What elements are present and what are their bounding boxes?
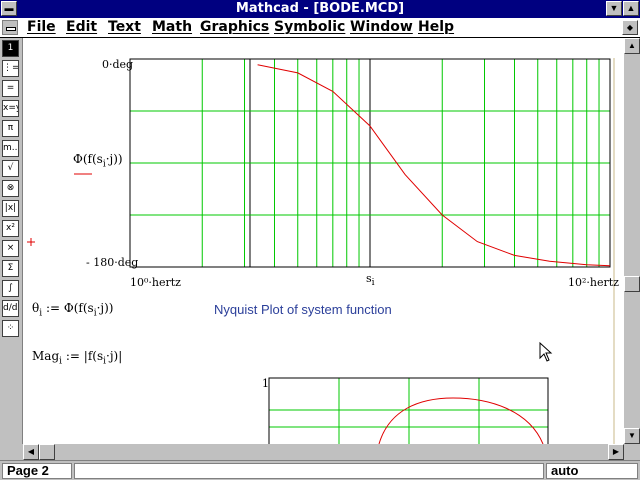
palette-button-range[interactable]: ⋮= — [2, 60, 19, 77]
status-page: Page 2 — [2, 463, 72, 479]
bode-y-axis-label[interactable]: Φ(f(si·j)) — [73, 152, 123, 169]
status-mode: auto — [546, 463, 638, 479]
menu-symbolic[interactable]: Symbolic — [274, 19, 345, 35]
document-control-icon[interactable] — [2, 20, 18, 35]
minimize-icon[interactable]: ▼ — [606, 1, 622, 16]
palette-button-derivative[interactable]: d/dx — [2, 300, 19, 317]
worksheet-canvas — [27, 58, 615, 444]
palette-button-integral[interactable]: ∫ — [2, 280, 19, 297]
menu-text[interactable]: Text — [108, 19, 141, 35]
mag-lhs: Mag — [32, 349, 60, 363]
palette-button-equals[interactable]: = — [2, 80, 19, 97]
menu-bar: File Edit Text Math Graphics Symbolic Wi… — [0, 18, 640, 38]
horizontal-scrollbar[interactable]: ◀ ▶ — [23, 444, 624, 460]
palette-button-pi[interactable]: π — [2, 120, 19, 137]
bode-y-expr-tail: ·j)) — [105, 152, 123, 166]
mag-lhs-sub: i — [59, 356, 63, 367]
scroll-down-icon[interactable]: ▼ — [624, 428, 640, 444]
menu-help[interactable]: Help — [418, 19, 454, 35]
theta-assign: := — [45, 301, 61, 315]
scrollbar-corner — [624, 444, 640, 460]
math-palette: 1 ⋮= = x=y π m..n √ ⊗ |x| x² × Σ ∫ d/dx … — [0, 38, 23, 444]
bode-x-var-sub: i — [371, 278, 375, 289]
palette-button-range-var[interactable]: m..n — [2, 140, 19, 157]
mag-rhs-a: |f(s — [83, 349, 104, 363]
palette-button-abs[interactable]: |x| — [2, 200, 19, 217]
palette-button-power[interactable]: x² — [2, 220, 19, 237]
theta-rhs-b: ·j)) — [96, 301, 114, 315]
scroll-left-icon[interactable]: ◀ — [23, 444, 39, 460]
window-title: Mathcad - [BODE.MCD] — [235, 1, 405, 16]
bode-x-axis-label[interactable]: si — [366, 272, 375, 288]
crosshair-cursor-icon — [27, 238, 35, 246]
theta-rhs-a: Φ(f(s — [63, 301, 94, 315]
scroll-right-icon[interactable]: ▶ — [608, 444, 624, 460]
menu-edit[interactable]: Edit — [66, 19, 97, 35]
menu-window[interactable]: Window — [350, 19, 413, 35]
menu-file[interactable]: File — [27, 19, 56, 35]
palette-button-times[interactable]: ⊗ — [2, 180, 19, 197]
nyquist-plot-grid — [269, 378, 548, 444]
nyquist-y-top-label: 1 — [262, 377, 269, 390]
bode-x-left-label: 10⁰·hertz — [130, 276, 181, 289]
palette-button-cross[interactable]: × — [2, 240, 19, 257]
magnitude-equation[interactable]: Magi := |f(si·j)| — [32, 349, 122, 366]
nyquist-curve — [378, 397, 544, 444]
palette-button-xy[interactable]: x=y — [2, 100, 19, 117]
mouse-pointer-icon — [539, 341, 553, 362]
menu-graphics[interactable]: Graphics — [200, 19, 269, 35]
palette-button-1[interactable]: 1 — [2, 40, 19, 57]
palette-button-sum[interactable]: Σ — [2, 260, 19, 277]
nyquist-heading-text[interactable]: Nyquist Plot of system function — [214, 302, 392, 317]
bode-y-expr: Φ(f(s — [73, 152, 103, 166]
vertical-scroll-thumb[interactable] — [624, 276, 640, 292]
bode-x-right-label: 10²·hertz — [568, 276, 619, 289]
maximize-icon[interactable]: ▲ — [623, 1, 639, 16]
bode-y-top-label: 0·deg — [102, 58, 134, 71]
mag-assign: := — [65, 349, 80, 363]
bode-plot-grid — [129, 59, 610, 267]
mag-rhs-b: ·j)| — [106, 349, 123, 363]
vertical-scrollbar[interactable]: ▲ ▼ — [624, 38, 640, 444]
status-message — [74, 463, 544, 479]
theta-equation[interactable]: θi := Φ(f(si·j)) — [32, 301, 114, 318]
palette-button-limit[interactable]: ⁘ — [2, 320, 19, 337]
title-bar: ▬ Mathcad - [BODE.MCD] ▼ ▲ — [0, 0, 640, 18]
scroll-up-icon[interactable]: ▲ — [624, 38, 640, 54]
bode-y-bottom-label: - 180·deg — [86, 256, 139, 269]
worksheet[interactable]: 0·deg - 180·deg 10⁰·hertz 10²·hertz si Φ… — [23, 38, 624, 444]
theta-lhs-sub: i — [39, 308, 43, 319]
restore-icon[interactable]: ◆ — [622, 20, 638, 35]
status-bar: Page 2 auto — [0, 460, 640, 480]
menu-math[interactable]: Math — [152, 19, 192, 35]
palette-button-sqrt[interactable]: √ — [2, 160, 19, 177]
horizontal-scroll-thumb[interactable] — [39, 444, 55, 460]
